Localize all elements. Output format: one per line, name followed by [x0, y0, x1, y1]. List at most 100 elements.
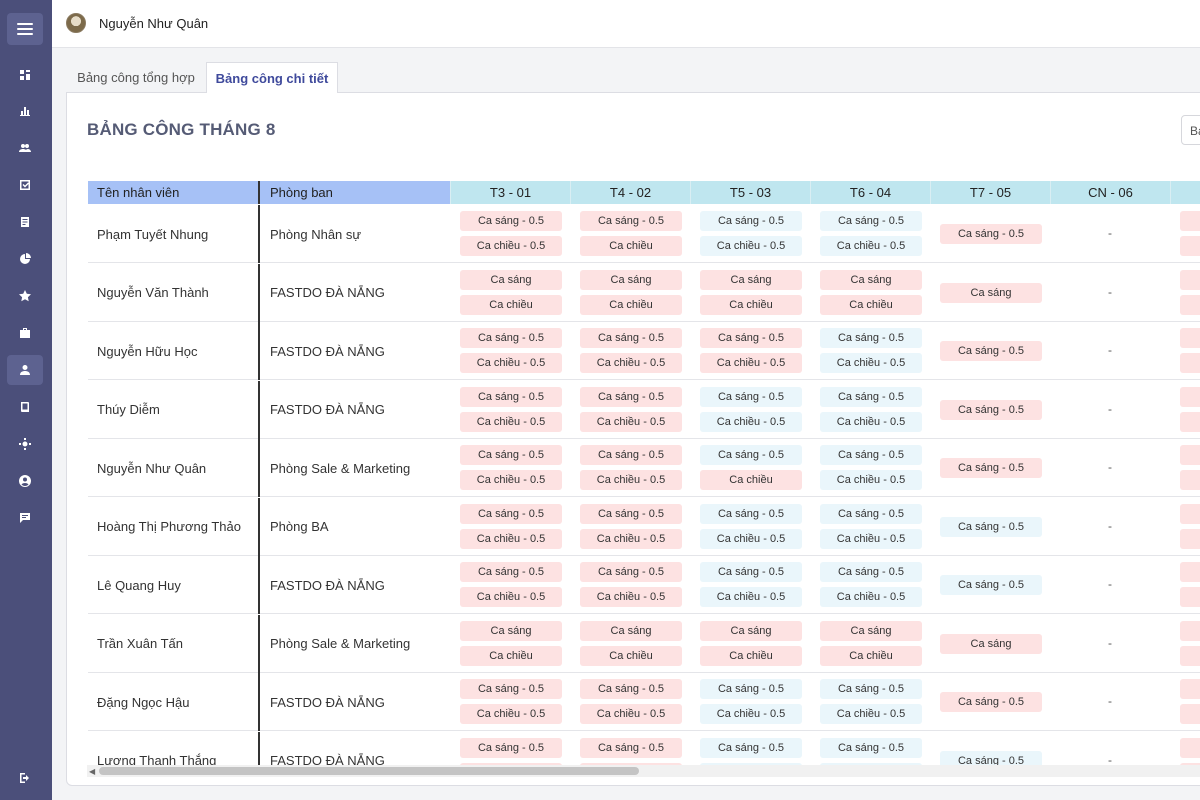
shift-chip[interactable]: Ca sáng - 0.5	[460, 328, 562, 348]
shift-chip[interactable]: Ca chiều - 0.5	[580, 470, 682, 490]
shift-chip[interactable]: Ca chiều - 0.5	[820, 236, 922, 256]
shift-chip-partial[interactable]	[1180, 353, 1200, 373]
shift-chip[interactable]: Ca chiều - 0.5	[700, 528, 802, 549]
shift-chip[interactable]: Ca sáng - 0.5	[700, 503, 802, 524]
shift-chip[interactable]: Ca sáng - 0.5	[940, 575, 1042, 595]
table-row[interactable]: Hoàng Thị Phương Thảo Phòng BA Ca sáng - 0…	[88, 497, 1200, 556]
shift-chip[interactable]: Ca sáng - 0.5	[820, 328, 922, 348]
shift-chip[interactable]: Ca chiều - 0.5	[820, 353, 922, 373]
top-right-button[interactable]: Bả	[1181, 115, 1200, 145]
sidebar-item-pie-chart[interactable]	[7, 244, 43, 274]
shift-chip[interactable]: Ca sáng - 0.5	[820, 503, 922, 524]
shift-chip[interactable]: Ca sáng - 0.5	[940, 399, 1042, 420]
shift-chip[interactable]: Ca sáng - 0.5	[940, 224, 1042, 244]
shift-chip[interactable]: Ca chiều	[820, 294, 922, 315]
table-row[interactable]: Lê Quang Huy FASTDO ĐÀ NẴNG Ca sáng - 0.5 C…	[88, 556, 1200, 614]
shift-chip-partial[interactable]	[1180, 562, 1200, 582]
shift-chip-partial[interactable]	[1180, 470, 1200, 490]
logout-button[interactable]	[7, 763, 43, 793]
table-row[interactable]: Thúy Diễm FASTDO ĐÀ NẴNG Ca sáng - 0.5 Ca c…	[88, 380, 1200, 439]
shift-chip[interactable]: Ca chiều - 0.5	[700, 587, 802, 607]
shift-chip-partial[interactable]	[1180, 645, 1200, 666]
shift-chip[interactable]: Ca sáng - 0.5	[940, 692, 1042, 712]
shift-chip[interactable]: Ca sáng - 0.5	[820, 211, 922, 231]
shift-chip[interactable]: Ca chiều	[460, 294, 562, 315]
table-row[interactable]: Lương Thanh Thắng FASTDO ĐÀ NẴNG Ca sáng -…	[88, 731, 1200, 765]
shift-chip[interactable]: Ca sáng - 0.5	[700, 328, 802, 348]
shift-chip[interactable]: Ca sáng - 0.5	[820, 737, 922, 758]
shift-chip-partial[interactable]	[1180, 503, 1200, 524]
shift-chip[interactable]: Ca chiều - 0.5	[580, 704, 682, 724]
shift-chip[interactable]: Ca sáng - 0.5	[580, 328, 682, 348]
shift-chip-partial[interactable]	[1180, 328, 1200, 348]
table-row[interactable]: Nguyễn Văn Thành FASTDO ĐÀ NẴNG Ca sáng Ca …	[88, 263, 1200, 322]
shift-chip[interactable]: Ca sáng - 0.5	[820, 679, 922, 699]
table-row[interactable]: Nguyễn Như Quân Phòng Sale & Marketing Ca …	[88, 439, 1200, 497]
shift-chip[interactable]: Ca chiều - 0.5	[580, 587, 682, 607]
shift-chip[interactable]: Ca chiều - 0.5	[460, 236, 562, 256]
shift-chip[interactable]: Ca sáng - 0.5	[460, 679, 562, 699]
table-row[interactable]: Phạm Tuyết Nhung Phòng Nhân sự Ca sáng - 0…	[88, 205, 1200, 263]
shift-chip[interactable]: Ca chiều - 0.5	[580, 353, 682, 373]
shift-chip[interactable]: Ca chiều - 0.5	[460, 704, 562, 724]
sidebar-item-briefcase[interactable]	[7, 318, 43, 348]
avatar[interactable]	[66, 13, 86, 33]
shift-chip-partial[interactable]	[1180, 386, 1200, 407]
shift-chip-partial[interactable]	[1180, 737, 1200, 758]
shift-chip[interactable]: Ca chiều - 0.5	[820, 470, 922, 490]
username[interactable]: Nguyễn Như Quân	[99, 16, 208, 31]
shift-chip[interactable]: Ca chiều	[700, 294, 802, 315]
shift-chip[interactable]: Ca sáng	[700, 620, 802, 641]
sidebar-item-document[interactable]	[7, 207, 43, 237]
shift-chip[interactable]: Ca sáng - 0.5	[700, 679, 802, 699]
shift-chip-partial[interactable]	[1180, 704, 1200, 724]
shift-chip[interactable]: Ca sáng - 0.5	[580, 211, 682, 231]
shift-chip[interactable]: Ca sáng - 0.5	[700, 445, 802, 465]
shift-chip[interactable]: Ca sáng - 0.5	[460, 445, 562, 465]
shift-chip-partial[interactable]	[1180, 411, 1200, 432]
sidebar-item-account-circle[interactable]	[7, 466, 43, 496]
tab-summary-timesheet[interactable]: Bảng công tổng hợp	[66, 62, 206, 93]
shift-chip[interactable]: Ca chiều	[700, 645, 802, 666]
shift-chip[interactable]: Ca chiều - 0.5	[700, 411, 802, 432]
shift-chip[interactable]: Ca sáng - 0.5	[580, 503, 682, 524]
shift-chip-partial[interactable]	[1180, 236, 1200, 256]
shift-chip[interactable]: Ca sáng	[820, 620, 922, 641]
shift-chip[interactable]: Ca chiều	[820, 645, 922, 666]
shift-chip-partial[interactable]	[1180, 679, 1200, 699]
sidebar-item-users[interactable]	[7, 133, 43, 163]
shift-chip[interactable]: Ca sáng	[580, 269, 682, 290]
sidebar-item-user[interactable]	[7, 355, 43, 385]
shift-chip[interactable]: Ca sáng - 0.5	[940, 341, 1042, 361]
sidebar-item-star[interactable]	[7, 281, 43, 311]
shift-chip[interactable]: Ca sáng - 0.5	[940, 458, 1042, 478]
shift-chip[interactable]: Ca chiều - 0.5	[820, 704, 922, 724]
shift-chip[interactable]: Ca chiều	[460, 645, 562, 666]
shift-chip[interactable]: Ca chiều - 0.5	[820, 411, 922, 432]
shift-chip[interactable]: Ca chiều - 0.5	[460, 411, 562, 432]
sidebar-item-book[interactable]	[7, 392, 43, 422]
tab-detail-timesheet[interactable]: Bảng công chi tiết	[206, 62, 338, 93]
shift-chip[interactable]: Ca sáng	[460, 269, 562, 290]
scrollbar-thumb[interactable]	[99, 767, 639, 775]
shift-chip[interactable]: Ca chiều - 0.5	[580, 528, 682, 549]
shift-chip[interactable]: Ca sáng	[820, 269, 922, 290]
table-row[interactable]: Trần Xuân Tấn Phòng Sale & Marketing Ca sá…	[88, 614, 1200, 673]
table-row[interactable]: Nguyễn Hữu Học FASTDO ĐÀ NẴNG Ca sáng - 0.…	[88, 322, 1200, 380]
shift-chip[interactable]: Ca chiều - 0.5	[820, 587, 922, 607]
shift-chip[interactable]: Ca chiều	[580, 236, 682, 256]
shift-chip[interactable]: Ca sáng - 0.5	[700, 737, 802, 758]
shift-chip[interactable]: Ca sáng - 0.5	[820, 386, 922, 407]
sidebar-item-bar-chart[interactable]	[7, 96, 43, 126]
shift-chip[interactable]: Ca sáng - 0.5	[580, 386, 682, 407]
shift-chip[interactable]: Ca sáng	[580, 620, 682, 641]
shift-chip-partial[interactable]	[1180, 445, 1200, 465]
shift-chip[interactable]: Ca chiều - 0.5	[700, 704, 802, 724]
shift-chip[interactable]: Ca sáng - 0.5	[700, 562, 802, 582]
sidebar-item-dashboard[interactable]	[7, 60, 43, 90]
shift-chip[interactable]: Ca sáng - 0.5	[820, 562, 922, 582]
shift-chip[interactable]: Ca chiều	[580, 645, 682, 666]
shift-chip-partial[interactable]	[1180, 211, 1200, 231]
shift-chip[interactable]: Ca sáng - 0.5	[700, 386, 802, 407]
shift-chip[interactable]: Ca sáng - 0.5	[940, 750, 1042, 765]
